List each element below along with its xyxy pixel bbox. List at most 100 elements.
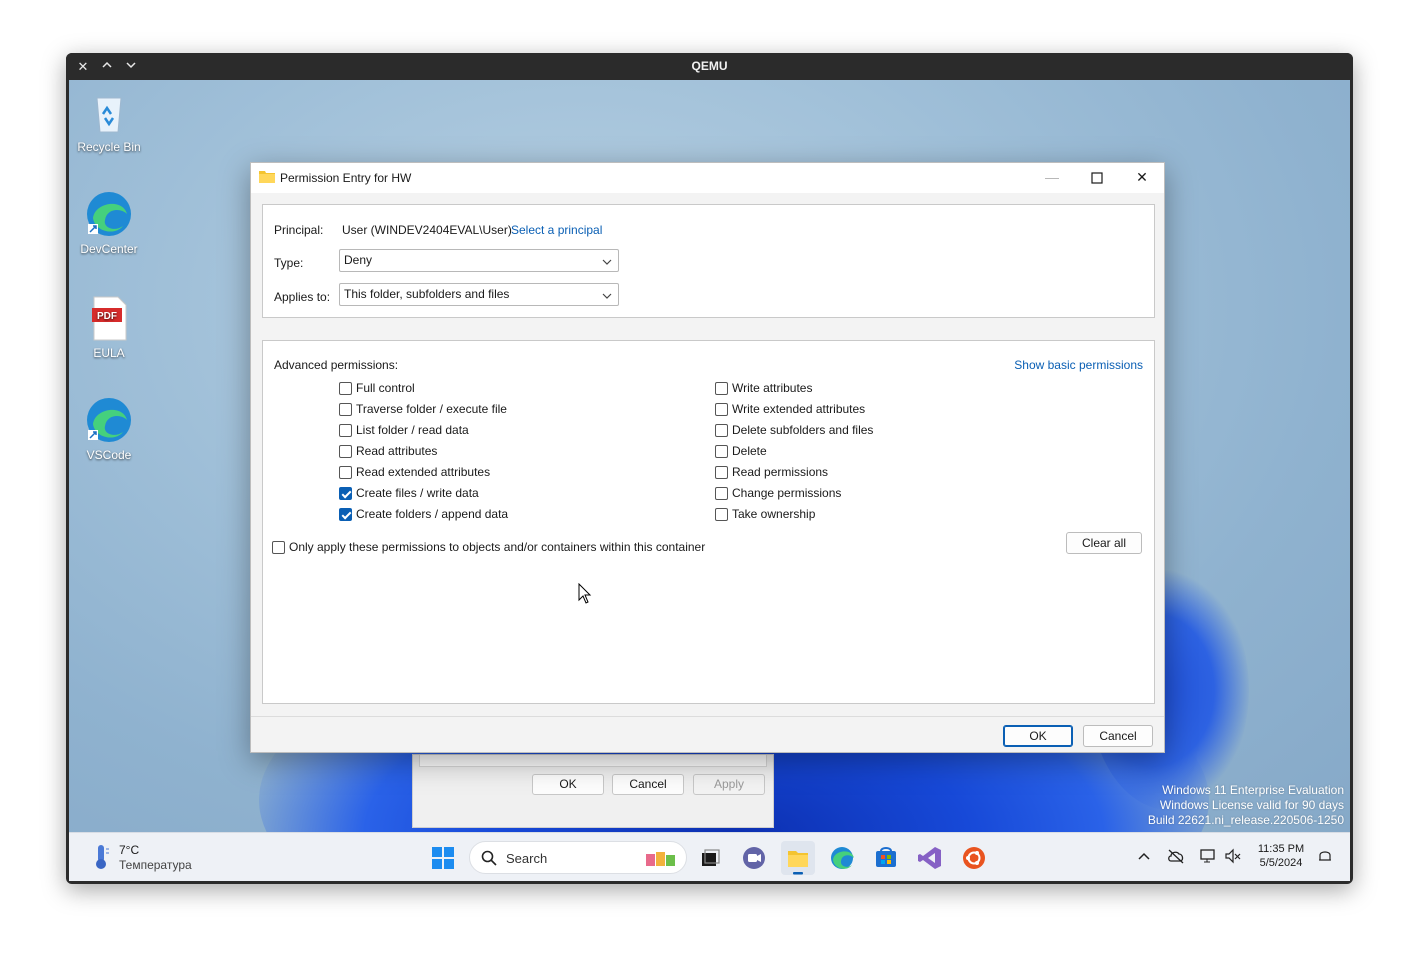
checkbox-label: Create folders / append data [356,507,509,521]
checkbox-box [339,424,352,437]
type-label: Type: [274,256,304,270]
teams-icon[interactable] [737,841,771,875]
search-label: Search [506,851,548,866]
weather-temp: 7°C [119,843,140,857]
desktop-icon-devcenter[interactable]: DevCenter [69,190,149,256]
clock[interactable]: 11:35 PM 5/5/2024 [1251,843,1311,869]
clock-time: 11:35 PM [1257,843,1305,855]
edge-icon [85,396,133,444]
checkbox-box [339,487,352,500]
minimize-icon: — [1045,169,1059,185]
desktop-icon-vscode[interactable]: VSCode [69,396,149,462]
show-basic-permissions-link[interactable]: Show basic permissions [1014,358,1143,372]
windows-watermark: Windows 11 Enterprise Evaluation Windows… [1148,783,1344,828]
dialog-titlebar: Permission Entry for HW — ✕ [251,163,1164,193]
checkbox-label: Write attributes [732,381,813,395]
checkbox-box [272,541,285,554]
search-highlight-icon [644,848,678,873]
qemu-title: QEMU [691,59,728,73]
start-icon[interactable] [426,841,460,875]
taskbar-search[interactable]: Search [469,841,687,874]
mouse-cursor-icon [578,582,592,605]
checkbox-label: Write extended attributes [732,402,866,416]
cloud-offline-icon[interactable] [1167,848,1185,869]
clock-date: 5/5/2024 [1259,857,1303,869]
checkbox-label: Read extended attributes [356,465,491,479]
cancel-button[interactable]: Cancel [1083,725,1153,747]
file-explorer-icon[interactable] [781,841,815,875]
chevron-down-icon [602,250,612,274]
watermark-line: Windows 11 Enterprise Evaluation [1162,783,1344,797]
checkbox-label: Take ownership [732,507,816,521]
checkbox-label: Traverse folder / execute file [356,402,507,416]
taskbar: 7°C Температура Search 11:35 PM 5/5/2024 [69,832,1350,881]
chevron-down-icon [602,284,612,308]
type-value: Deny [344,253,373,267]
principal-panel: Principal: User (WINDEV2404EVAL\User) Se… [262,204,1155,318]
maximize-icon[interactable] [1074,163,1120,193]
principal-value: User (WINDEV2404EVAL\User) [342,223,512,237]
clear-all-button[interactable]: Clear all [1066,532,1142,554]
applies-to-dropdown[interactable]: This folder, subfolders and files [339,283,619,306]
checkbox-box [339,508,352,521]
recycle-bin-icon [85,88,133,136]
checkbox-label: Delete [732,444,767,458]
checkbox-label: Change permissions [732,486,842,500]
watermark-line: Build 22621.ni_release.220506-1250 [1147,813,1344,827]
qemu-titlebar: ✕ QEMU [66,53,1353,80]
background-dialog: OK Cancel Apply [412,754,774,828]
ok-button[interactable]: OK [1003,725,1073,747]
checkbox-box [715,382,728,395]
folder-icon [259,170,275,183]
desktop-icon-eula[interactable]: PDF EULA [69,294,149,360]
background-cancel-button[interactable]: Cancel [612,774,684,795]
store-icon[interactable] [869,841,903,875]
pdf-file-icon: PDF [85,294,133,342]
volume-muted-icon[interactable] [1224,848,1242,869]
desktop-icon-label: DevCenter [80,242,138,256]
background-ok-button[interactable]: OK [532,774,604,795]
checkbox-box [339,445,352,458]
edge-icon[interactable] [825,841,859,875]
permissions-panel: Advanced permissions: Show basic permiss… [262,340,1155,704]
network-icon[interactable] [1199,848,1217,869]
weather-condition: Температура [119,858,192,872]
visual-studio-icon[interactable] [913,841,947,875]
checkbox-label: List folder / read data [356,423,469,437]
checkbox-label: Full control [356,381,415,395]
checkbox-label: Read attributes [356,444,438,458]
search-icon [481,850,497,871]
edge-icon [85,190,133,238]
checkbox-box [339,466,352,479]
close-icon[interactable]: ✕ [1119,163,1165,193]
desktop-icon-label: VSCode [86,448,132,462]
checkbox-label: Only apply these permissions to objects … [289,540,706,554]
checkbox-box [339,382,352,395]
ubuntu-icon[interactable] [957,841,991,875]
chevron-up-icon[interactable] [1137,850,1151,869]
svg-text:PDF: PDF [97,311,117,322]
dialog-footer-divider [251,716,1164,717]
checkbox-box [715,466,728,479]
desktop-icon-recycle-bin[interactable]: Recycle Bin [69,88,149,154]
checkbox-box [715,508,728,521]
checkbox-box [339,403,352,416]
thermometer-icon [91,843,111,871]
checkbox-label: Read permissions [732,465,829,479]
checkbox-box [715,445,728,458]
dialog-title: Permission Entry for HW [280,171,412,185]
background-apply-button: Apply [693,774,765,795]
advanced-permissions-label: Advanced permissions: [274,358,399,372]
notification-icon[interactable] [1317,848,1333,869]
applies-to-label: Applies to: [274,290,331,304]
checkbox-label: Delete subfolders and files [732,423,874,437]
desktop-icon-label: EULA [93,346,125,360]
select-principal-link[interactable]: Select a principal [511,223,602,237]
permission-entry-dialog: Permission Entry for HW — ✕ Principal: U… [250,162,1165,753]
checkbox-label: Create files / write data [356,486,479,500]
type-dropdown[interactable]: Deny [339,249,619,272]
task-view-icon[interactable] [693,841,727,875]
background-dialog-panel [419,755,767,767]
applies-to-value: This folder, subfolders and files [344,287,510,301]
desktop-icon-label: Recycle Bin [77,140,141,154]
